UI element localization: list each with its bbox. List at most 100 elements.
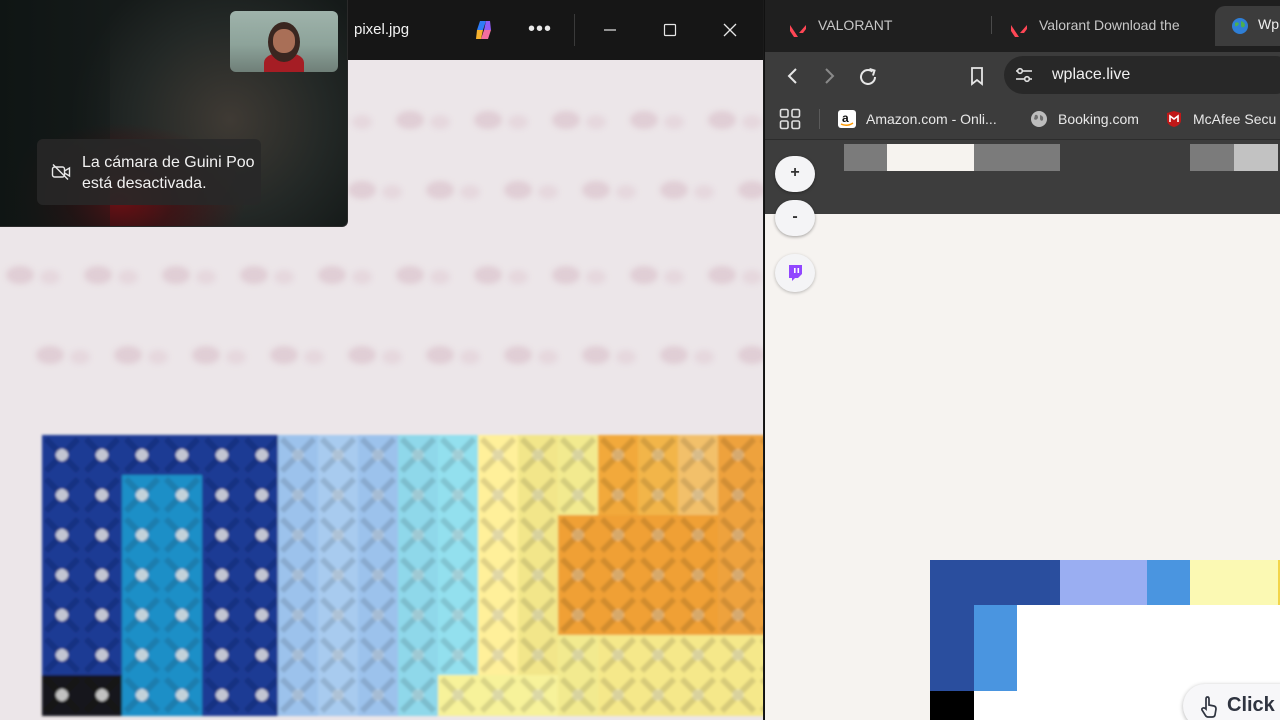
stitch bbox=[708, 111, 736, 129]
mcafee-icon bbox=[1165, 110, 1183, 128]
stitch bbox=[352, 270, 372, 284]
stitch bbox=[660, 346, 688, 364]
stitch bbox=[504, 346, 532, 364]
stitch bbox=[274, 270, 294, 284]
pixel-block bbox=[930, 691, 974, 720]
stitch bbox=[694, 185, 714, 199]
tab-strip: VALORANT Valorant Download the Wp bbox=[765, 0, 1280, 52]
url-text[interactable]: wplace.live bbox=[1052, 66, 1130, 84]
stitch bbox=[396, 111, 424, 129]
tab-valorant[interactable]: VALORANT bbox=[789, 8, 969, 42]
pixel-block bbox=[1147, 560, 1190, 605]
tab-valorant-download[interactable]: Valorant Download the bbox=[1010, 8, 1198, 42]
stitch bbox=[664, 115, 684, 129]
maximize-button[interactable] bbox=[650, 14, 690, 46]
forward-button[interactable] bbox=[815, 62, 843, 90]
avatar bbox=[273, 29, 295, 53]
stitch bbox=[36, 346, 64, 364]
stitch bbox=[552, 111, 580, 129]
stitch bbox=[694, 350, 714, 364]
copilot-icon[interactable] bbox=[473, 20, 495, 40]
stitch bbox=[114, 346, 142, 364]
stitch bbox=[508, 270, 528, 284]
pixel-block bbox=[974, 605, 1017, 691]
bookmark-icon bbox=[971, 67, 983, 86]
stitch bbox=[660, 181, 688, 199]
paint-click-button[interactable]: Click bbox=[1183, 684, 1280, 720]
pixel-block bbox=[844, 144, 887, 171]
minimize-button[interactable] bbox=[590, 14, 630, 46]
stitch bbox=[40, 270, 60, 284]
twitch-button[interactable] bbox=[775, 254, 815, 292]
stitch bbox=[118, 270, 138, 284]
reload-button[interactable] bbox=[853, 62, 881, 90]
close-icon bbox=[723, 23, 737, 37]
stitch bbox=[426, 346, 454, 364]
bookmark-label: Amazon.com - Onli... bbox=[866, 111, 997, 127]
globe-icon bbox=[1030, 110, 1048, 128]
pixel-block bbox=[930, 605, 974, 691]
self-view-thumbnail[interactable] bbox=[230, 11, 338, 72]
tab-label: Valorant Download the bbox=[1039, 17, 1180, 33]
tab-label: Wp bbox=[1258, 16, 1279, 32]
stitch bbox=[148, 350, 168, 364]
globe-icon bbox=[1231, 17, 1249, 40]
click-label: Click bbox=[1227, 694, 1275, 716]
stitch bbox=[742, 115, 762, 129]
stitch bbox=[348, 346, 376, 364]
file-name: pixel.jpg bbox=[354, 21, 410, 38]
stitch bbox=[742, 270, 762, 284]
zoom-out-button[interactable]: - bbox=[775, 200, 815, 236]
stitch bbox=[6, 266, 34, 284]
stitch bbox=[630, 266, 658, 284]
bookmarks-divider bbox=[819, 109, 820, 129]
pixel-block bbox=[1190, 560, 1278, 605]
stitch bbox=[474, 266, 502, 284]
wplace-map[interactable]: + - Click bbox=[765, 140, 1280, 720]
pixel-block bbox=[1190, 144, 1234, 171]
address-bar[interactable]: wplace.live bbox=[1004, 56, 1280, 94]
maximize-icon bbox=[663, 23, 677, 37]
stitch bbox=[430, 270, 450, 284]
tab-label: VALORANT bbox=[818, 17, 893, 33]
amazon-icon: a bbox=[838, 110, 856, 128]
stitch bbox=[84, 266, 112, 284]
stitch bbox=[348, 181, 376, 199]
stitch bbox=[474, 111, 502, 129]
stitch bbox=[582, 181, 610, 199]
stitch bbox=[538, 185, 558, 199]
stitch bbox=[460, 185, 480, 199]
stitch bbox=[382, 350, 402, 364]
stitch bbox=[582, 346, 610, 364]
stitch bbox=[630, 111, 658, 129]
stitch bbox=[192, 346, 220, 364]
bookmark-button[interactable] bbox=[963, 62, 991, 90]
svg-text:a: a bbox=[842, 111, 849, 125]
back-button[interactable] bbox=[779, 62, 807, 90]
stitch bbox=[430, 115, 450, 129]
back-arrow-icon bbox=[787, 68, 797, 84]
more-options-button[interactable]: ••• bbox=[527, 18, 553, 42]
close-button[interactable] bbox=[710, 14, 750, 46]
zoom-in-button[interactable]: + bbox=[775, 156, 815, 192]
stitch bbox=[70, 350, 90, 364]
stitch bbox=[664, 270, 684, 284]
video-call-overlay[interactable]: La cámara de Guini Poo está desactivada. bbox=[0, 0, 348, 227]
stitch bbox=[586, 270, 606, 284]
stitch bbox=[508, 115, 528, 129]
camera-off-toast: La cámara de Guini Poo está desactivada. bbox=[37, 139, 261, 205]
apps-grid-icon[interactable] bbox=[779, 108, 801, 130]
tab-wplace-active[interactable]: Wp bbox=[1215, 6, 1280, 46]
browser-toolbar: wplace.live bbox=[765, 52, 1280, 98]
stitch bbox=[240, 266, 268, 284]
stitch bbox=[426, 181, 454, 199]
map-dark-region bbox=[765, 140, 1280, 214]
minimize-icon bbox=[604, 29, 616, 31]
forward-arrow-icon bbox=[825, 68, 835, 84]
stitch bbox=[226, 350, 246, 364]
desktop: pixel.jpg ••• La cámara de Guini Poo est… bbox=[0, 0, 1280, 720]
site-settings-icon[interactable] bbox=[1015, 67, 1033, 83]
pixel-block bbox=[887, 144, 974, 171]
stitch bbox=[270, 346, 298, 364]
stitch bbox=[616, 185, 636, 199]
